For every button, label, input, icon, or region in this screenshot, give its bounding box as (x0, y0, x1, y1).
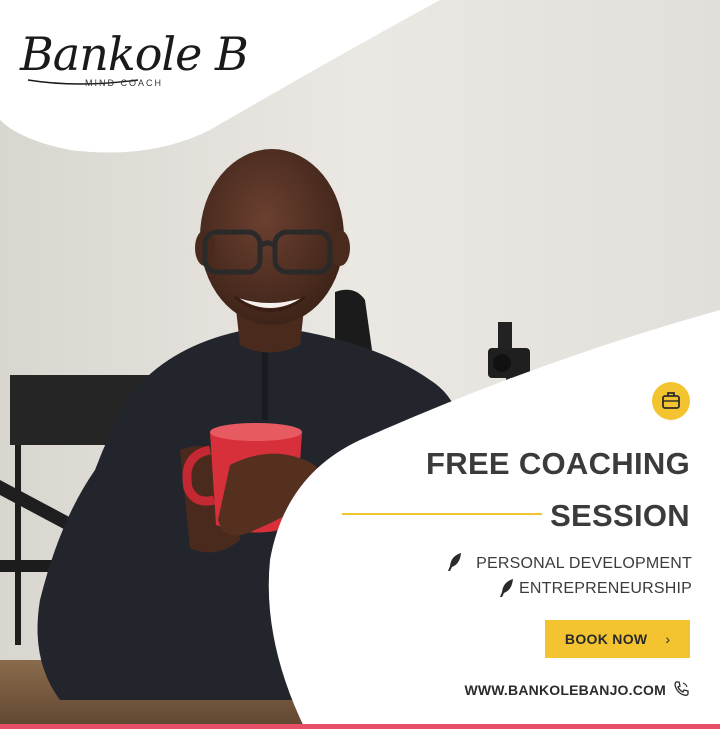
book-now-button[interactable]: BOOK NOW › (545, 620, 690, 658)
promo-title-line2: SESSION (550, 498, 690, 533)
logo-subtitle: MIND COACH (85, 78, 163, 88)
bottom-accent-bar (0, 724, 720, 729)
briefcase-icon (662, 392, 680, 409)
promo-flyer: Bankole Banjo MIND COACH FREE COACHING S… (0, 0, 720, 729)
head (200, 149, 344, 325)
topic-entrepreneurship: ENTREPRENEURSHIP (518, 580, 692, 597)
briefcase-badge (652, 382, 690, 420)
chevron-right-icon: › (665, 631, 671, 647)
book-now-label: BOOK NOW (564, 631, 648, 647)
website-link[interactable]: WWW.BANKOLEBANJO.COM (440, 682, 666, 698)
topic-personal-development: PERSONAL DEVELOPMENT (476, 555, 692, 572)
promo-title-line1: FREE COACHING (426, 446, 690, 481)
svg-text:Bankole Banjo: Bankole Banjo (19, 27, 248, 81)
phone-icon (674, 681, 689, 696)
